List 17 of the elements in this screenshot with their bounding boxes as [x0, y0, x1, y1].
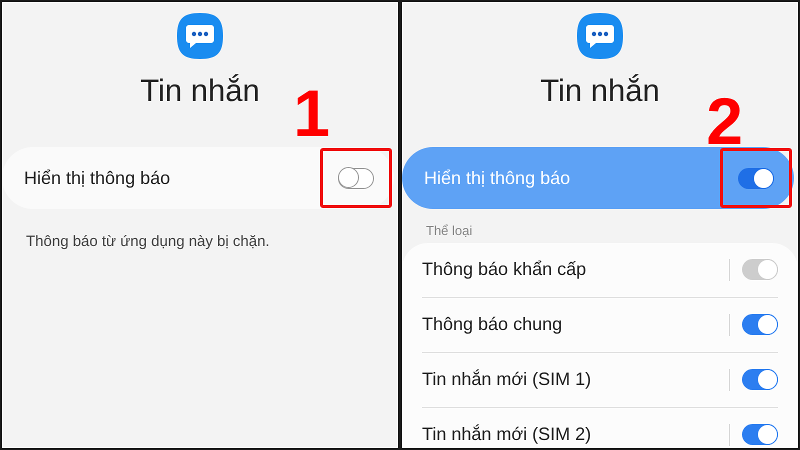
- toggle-switch[interactable]: [742, 314, 778, 336]
- app-title: Tin nhắn: [540, 72, 660, 110]
- chat-icon: [576, 12, 624, 60]
- section-heading: Thể loại: [425, 222, 474, 240]
- setting-label: Thông báo chung: [422, 313, 564, 336]
- setting-label: Tin nhắn mới (SIM 2): [422, 423, 592, 446]
- info-text: Thông báo từ ứng dụng này bị chặn.: [25, 232, 271, 252]
- toggle-switch[interactable]: [742, 369, 778, 390]
- app-title: Tin nhắn: [140, 72, 260, 110]
- setting-label: Thông báo khẩn cấp: [422, 258, 588, 282]
- chat-icon: [176, 12, 224, 60]
- setting-label: Tin nhắn mới (SIM 1): [422, 368, 592, 392]
- step-number: 1: [293, 80, 330, 146]
- setting-row[interactable]: Hiển thị thông báo: [2, 147, 394, 210]
- toggle-switch[interactable]: [338, 168, 374, 189]
- toggle-switch[interactable]: [738, 168, 774, 189]
- toggle-switch[interactable]: [742, 424, 778, 446]
